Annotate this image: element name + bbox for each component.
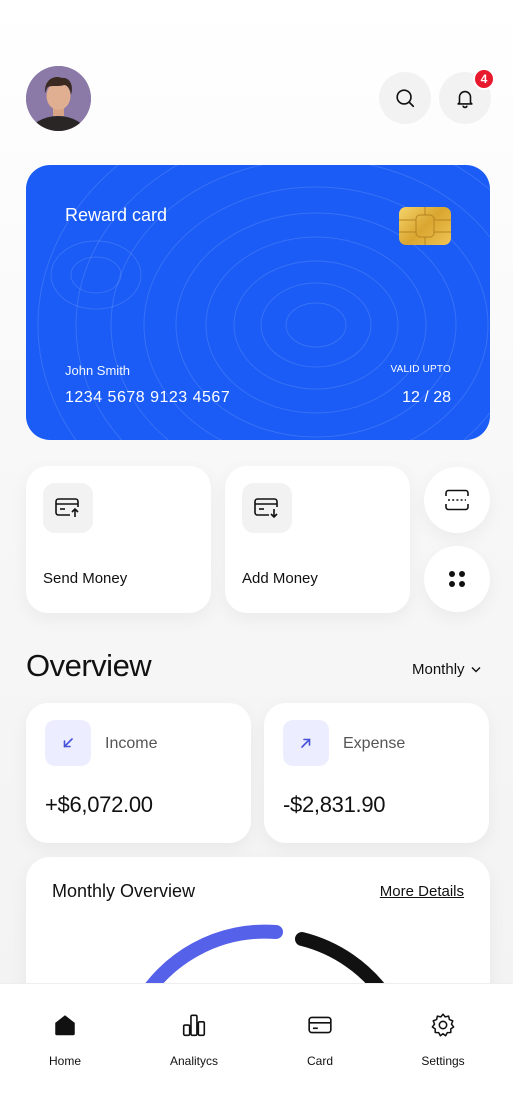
credit-card-icon (308, 1016, 332, 1034)
overview-title: Overview (26, 648, 152, 683)
valid-upto-value: 12 / 28 (402, 389, 451, 406)
period-dropdown[interactable]: Monthly (412, 661, 481, 678)
card-holder-name: John Smith (65, 363, 131, 378)
search-button[interactable] (379, 72, 431, 124)
nav-home[interactable]: Home (20, 1012, 110, 1068)
expense-value: -$2,831.90 (283, 792, 386, 817)
scan-icon (445, 489, 469, 511)
nav-home-label: Home (48, 1054, 81, 1068)
nav-settings[interactable]: Settings (398, 1012, 488, 1068)
reward-card[interactable]: Reward card John Smith 1234 5678 9123 45… (26, 165, 490, 440)
notifications-button[interactable]: 4 (439, 68, 495, 124)
send-money-button[interactable]: Send Money (26, 466, 211, 613)
income-label: Income (105, 735, 158, 752)
send-card-icon (43, 483, 93, 533)
monthly-overview-title: Monthly Overview (52, 881, 196, 901)
avatar-photo (26, 66, 91, 131)
add-money-label: Add Money (242, 570, 318, 587)
notification-badge: 4 (473, 68, 495, 90)
avatar[interactable] (26, 66, 91, 131)
card-number: 1234 5678 9123 4567 (65, 389, 231, 406)
monthly-donut-chart (142, 924, 388, 987)
search-icon (396, 89, 415, 108)
nav-card[interactable]: Card (275, 1012, 365, 1068)
income-value: +$6,072.00 (45, 792, 153, 817)
chevron-down-icon (471, 667, 481, 673)
donut-segment-blue (142, 924, 283, 987)
nav-analytics[interactable]: Analitycs (149, 1012, 239, 1068)
bottom-nav: Home Analitycs Card Settings (0, 983, 513, 1105)
bar-chart-icon (182, 1014, 206, 1037)
home-icon (55, 1015, 75, 1036)
nav-card-label: Card (306, 1054, 333, 1068)
chip-icon (399, 207, 451, 245)
expense-label: Expense (343, 735, 406, 752)
arrow-down-left-icon (45, 720, 91, 766)
nav-analytics-label: Analitycs (169, 1054, 219, 1068)
income-card[interactable]: Income +$6,072.00 (26, 703, 251, 843)
more-actions-button[interactable] (424, 546, 490, 612)
card-title: Reward card (65, 205, 168, 225)
scan-button[interactable] (424, 467, 490, 533)
more-details-link[interactable]: More Details (380, 883, 464, 900)
send-money-label: Send Money (43, 570, 128, 587)
gear-icon (431, 1013, 455, 1037)
period-value: Monthly (412, 661, 465, 678)
valid-upto-label: VALID UPTO (390, 364, 451, 375)
nav-settings-label: Settings (421, 1054, 465, 1068)
expense-card[interactable]: Expense -$2,831.90 (264, 703, 489, 843)
add-card-icon (242, 483, 292, 533)
bell-icon (457, 90, 473, 109)
donut-segment-black (295, 932, 388, 987)
arrow-up-right-icon (283, 720, 329, 766)
grid-dots-icon (449, 571, 465, 587)
add-money-button[interactable]: Add Money (225, 466, 410, 613)
